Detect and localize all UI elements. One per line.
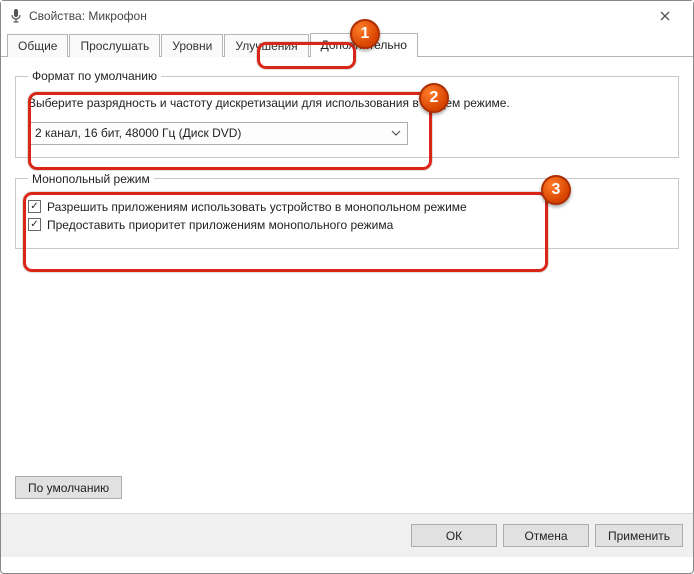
legend-exclusive: Монопольный режим bbox=[28, 172, 154, 186]
titlebar: Свойства: Микрофон bbox=[1, 1, 693, 31]
checkbox-allow-exclusive[interactable]: ✓ bbox=[28, 200, 41, 213]
tab-enhancements[interactable]: Улучшения bbox=[224, 34, 308, 57]
format-dropdown-value: 2 канал, 16 бит, 48000 Гц (Диск DVD) bbox=[35, 126, 241, 140]
tabstrip: Общие Прослушать Уровни Улучшения Дополн… bbox=[1, 31, 693, 57]
close-button[interactable] bbox=[645, 2, 685, 30]
label-allow-exclusive: Разрешить приложениям использовать устро… bbox=[47, 200, 467, 214]
window-title: Свойства: Микрофон bbox=[29, 9, 147, 23]
legend-default-format: Формат по умолчанию bbox=[28, 69, 161, 83]
group-exclusive-mode: Монопольный режим ✓ Разрешить приложения… bbox=[15, 172, 679, 249]
tab-levels[interactable]: Уровни bbox=[161, 34, 223, 57]
cancel-button[interactable]: Отмена bbox=[503, 524, 589, 547]
ok-button[interactable]: ОК bbox=[411, 524, 497, 547]
restore-defaults-button[interactable]: По умолчанию bbox=[15, 476, 122, 499]
tab-listen[interactable]: Прослушать bbox=[69, 34, 160, 57]
checkbox-exclusive-priority[interactable]: ✓ bbox=[28, 218, 41, 231]
microphone-icon bbox=[9, 9, 23, 23]
tab-body-advanced: Формат по умолчанию Выберите разрядность… bbox=[1, 57, 693, 513]
group-default-format: Формат по умолчанию Выберите разрядность… bbox=[15, 69, 679, 158]
dialog-footer: ОК Отмена Применить bbox=[1, 513, 693, 557]
chevron-down-icon bbox=[389, 126, 403, 140]
default-format-description: Выберите разрядность и частоту дискретиз… bbox=[28, 95, 666, 112]
tab-advanced[interactable]: Дополнительно bbox=[310, 33, 418, 57]
apply-button[interactable]: Применить bbox=[595, 524, 683, 547]
label-exclusive-priority: Предоставить приоритет приложениям моноп… bbox=[47, 218, 393, 232]
format-dropdown[interactable]: 2 канал, 16 бит, 48000 Гц (Диск DVD) bbox=[28, 122, 408, 145]
tab-general[interactable]: Общие bbox=[7, 34, 68, 57]
